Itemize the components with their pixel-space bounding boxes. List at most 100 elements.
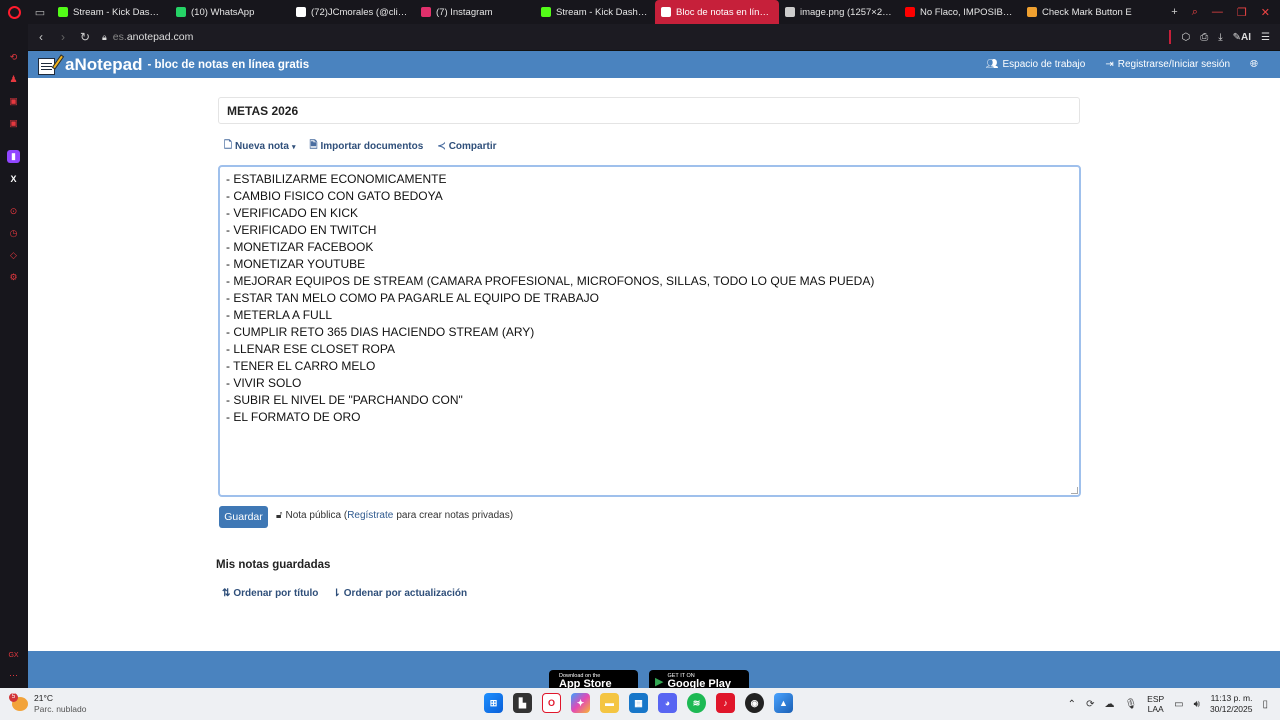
photos-icon[interactable]: ▲ xyxy=(774,693,793,713)
history-icon[interactable]: ◷ xyxy=(7,227,20,240)
partly-cloudy-icon: 5 xyxy=(9,693,28,711)
brand-tagline: - bloc de notas en línea gratis xyxy=(147,58,310,71)
reload-icon[interactable]: ↻ xyxy=(76,30,94,44)
address-bar: ‹ › ↻ 🔒︎ es.anotepad.com ⬡ ⎙ ⤓ ✎AI ☰ xyxy=(28,24,1280,51)
file-icon: 🗋︎ xyxy=(224,140,233,151)
desktop-icon[interactable]: ▙ xyxy=(513,693,532,713)
url-field[interactable]: 🔒︎ es.anotepad.com xyxy=(102,31,193,43)
new-note-dropdown[interactable]: 🗋︎ Nueva nota ▾ xyxy=(224,138,295,155)
browser-tab[interactable]: Bloc de notas en línea - To xyxy=(655,0,779,24)
player-icon[interactable]: ⊙ xyxy=(7,205,20,218)
note-line: - SUBIR EL NIVEL DE "PARCHANDO CON" xyxy=(226,393,463,407)
note-line: - MONETIZAR YOUTUBE xyxy=(226,257,366,271)
lang-top: ESP xyxy=(1147,694,1165,704)
back-icon[interactable]: ‹ xyxy=(32,30,50,44)
browser-tab[interactable]: (7) Instagram xyxy=(415,0,535,24)
play-icon: ▶ xyxy=(655,675,664,688)
download-icon[interactable]: ⤓ xyxy=(1218,32,1222,43)
chevron-up-icon[interactable]: ⌃ xyxy=(1068,699,1076,710)
tab-list-icon[interactable]: ▭ xyxy=(28,0,52,24)
add-tab-icon[interactable]: + xyxy=(1171,6,1177,19)
browser-tab[interactable]: image.png (1257×289) xyxy=(779,0,899,24)
twitch-icon[interactable]: ▮ xyxy=(7,150,20,163)
share-button[interactable]: ≺ Compartir xyxy=(437,138,496,155)
window-controls: + ⌕ — ❐ ✕ xyxy=(1171,6,1280,19)
tab-label: Stream - Kick Dashboard xyxy=(73,6,164,18)
app-store-badge[interactable]: Download on the App Store xyxy=(549,670,638,688)
url-domain: anotepad.com xyxy=(126,31,194,43)
close-window-icon[interactable]: ✕ xyxy=(1261,6,1270,19)
obs-icon[interactable]: ◉ xyxy=(745,693,764,713)
gx-icon[interactable]: GX xyxy=(7,649,20,662)
spotify-icon[interactable]: ≋ xyxy=(687,693,706,713)
notepad-logo-icon[interactable] xyxy=(36,53,65,76)
microsoft-store-icon[interactable]: ▦ xyxy=(629,693,648,713)
aria-ai-button[interactable]: ✎AI xyxy=(1233,32,1251,43)
x-icon[interactable]: X xyxy=(7,172,20,185)
google-play-badge[interactable]: ▶ GET IT ON Google Play xyxy=(649,670,749,688)
snapshot-icon[interactable]: ⎙ xyxy=(1200,32,1208,43)
login-link[interactable]: ⇥ Registrarse/Iniciar sesión xyxy=(1105,59,1230,70)
more-icon[interactable]: ⋯ xyxy=(7,669,20,682)
tab-label: Stream - Kick Dashboard xyxy=(556,6,649,18)
note-text-area[interactable]: - ESTABILIZARME ECONOMICAMENTE - CAMBIO F… xyxy=(218,165,1081,497)
tiktok-app-icon[interactable]: ♪ xyxy=(716,693,735,713)
browser-tab[interactable]: Check Mark Button E xyxy=(1021,0,1143,24)
search-tabs-icon[interactable]: ⌕ xyxy=(1192,6,1198,19)
browser-tab[interactable]: (10) WhatsApp xyxy=(170,0,290,24)
cloud-off-icon[interactable]: ☁ xyxy=(1104,699,1114,710)
opera-gx-icon[interactable]: O xyxy=(542,693,561,713)
discord-icon[interactable]: ◕ xyxy=(658,693,677,713)
site-footer: Download on the App Store ▶ GET IT ON Goog… xyxy=(28,651,1280,688)
note-title-input[interactable]: METAS 2026 xyxy=(218,97,1080,124)
minimize-icon[interactable]: — xyxy=(1212,6,1223,19)
public-note-notice: 🔓︎ Nota pública (Regístrate para crear n… xyxy=(276,510,513,521)
browser-tab[interactable]: (72)JCmorales (@clipsjc xyxy=(290,0,415,24)
checkmark-icon xyxy=(1027,7,1037,17)
notifications-icon[interactable]: ▯ xyxy=(1262,699,1268,710)
youtube-icon xyxy=(905,7,915,17)
note-line: - EL FORMATO DE ORO xyxy=(226,410,361,424)
extensions-sidebar-icon[interactable]: ♟ xyxy=(7,73,20,86)
register-link[interactable]: Regístrate xyxy=(347,510,393,521)
menu-icon[interactable]: ☰ xyxy=(1261,32,1270,43)
brand-name[interactable]: aNotepad xyxy=(65,55,142,75)
sort-update-label: Ordenar por actualización xyxy=(343,588,468,599)
browser-tab[interactable]: Stream - Kick Dashboard xyxy=(535,0,655,24)
telegram-icon[interactable]: ▣ xyxy=(7,117,20,130)
language-indicator[interactable]: ESP LAA xyxy=(1147,694,1164,714)
aria-icon[interactable]: ⟲ xyxy=(7,51,20,64)
sync-icon[interactable]: ⟳ xyxy=(1086,699,1094,710)
system-tray: ⌃ ⟳ ☁ 🎙︎ ESP LAA ▭ 🔊︎ 11:13 p. m. 30/12/… xyxy=(1068,688,1268,720)
clock[interactable]: 11:13 p. m. 30/12/2025 xyxy=(1210,693,1253,715)
copilot-icon[interactable]: ✦ xyxy=(571,693,590,713)
display-icon[interactable]: ▭ xyxy=(1174,699,1183,710)
settings-icon[interactable]: ⚙ xyxy=(7,271,20,284)
tab-label: (7) Instagram xyxy=(436,6,493,18)
pinboard-icon[interactable]: ◇ xyxy=(7,249,20,262)
messenger-icon[interactable]: ▣ xyxy=(7,95,20,108)
browser-tab[interactable]: No Flaco, IMPOSIBLE - Y xyxy=(899,0,1021,24)
ai-label: AI xyxy=(1241,31,1252,43)
kick-icon xyxy=(541,7,551,17)
file-explorer-icon[interactable]: ▬ xyxy=(600,693,619,713)
maximize-icon[interactable]: ❐ xyxy=(1237,6,1247,19)
sort-by-title-link[interactable]: ⇅ Ordenar por título xyxy=(222,588,318,599)
globe-icon[interactable]: 🌐︎ xyxy=(1250,59,1258,70)
weather-widget[interactable]: 5 21°C Parc. nublado xyxy=(0,693,200,715)
resize-handle[interactable] xyxy=(1071,487,1078,494)
sort-by-update-link[interactable]: ⇂ Ordenar por actualización xyxy=(332,588,467,599)
microphone-icon[interactable]: 🎙︎ xyxy=(1124,699,1137,710)
windows-start-icon[interactable]: ⊞ xyxy=(484,693,503,713)
workspace-link[interactable]: 👥︎ Espacio de trabajo xyxy=(986,59,1086,70)
opera-logo-icon[interactable] xyxy=(0,0,28,24)
import-documents-button[interactable]: 🗎︎ Importar documentos xyxy=(309,138,423,155)
note-line: - ESTAR TAN MELO COMO PA PAGARLE AL EQUI… xyxy=(226,291,599,305)
save-button[interactable]: Guardar xyxy=(219,506,268,528)
note-line: - METERLA A FULL xyxy=(226,308,333,322)
extensions-icon[interactable]: ⬡ xyxy=(1181,32,1190,43)
url-host: es. xyxy=(112,31,127,43)
volume-icon[interactable]: 🔊︎ xyxy=(1194,699,1200,710)
forward-icon[interactable]: › xyxy=(54,30,72,44)
browser-tab[interactable]: Stream - Kick Dashboard xyxy=(52,0,170,24)
